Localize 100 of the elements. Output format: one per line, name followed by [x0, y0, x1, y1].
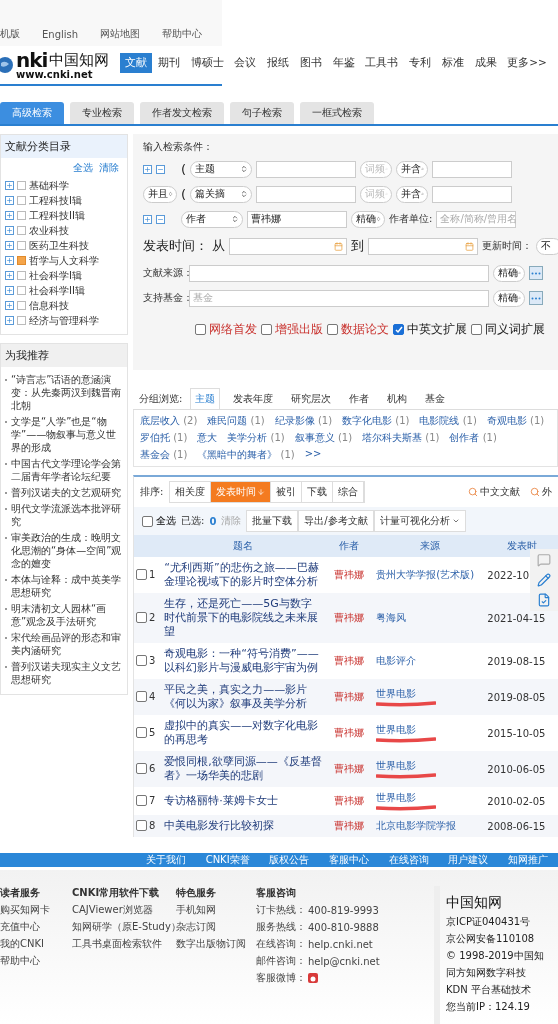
recommended-article[interactable]: 审美政治的生成：晚明文化思潮的“身体—空间”观念的嬗变	[5, 531, 123, 570]
match-dropdown[interactable]: 精确	[351, 210, 385, 228]
checkbox[interactable]	[142, 515, 153, 527]
source-link[interactable]: 粤海风	[376, 611, 484, 625]
author-link[interactable]: 曹祎娜	[334, 655, 364, 666]
recommended-article[interactable]: 明末清初文人园林“画意”观念及手法研究	[5, 602, 123, 628]
more-icon[interactable]	[529, 291, 543, 305]
option-label[interactable]: 数据论文	[341, 321, 389, 338]
footer-link[interactable]: 知网推广	[507, 853, 548, 867]
category-label[interactable]: 医药卫生科技	[29, 238, 89, 253]
checkbox[interactable]	[393, 324, 404, 335]
nav-tab[interactable]: 文献	[120, 53, 152, 73]
nav-tab[interactable]: 期刊	[152, 53, 185, 73]
checkbox[interactable]	[17, 211, 26, 220]
checkbox[interactable]	[17, 301, 26, 310]
action-link[interactable]: 全选	[73, 161, 93, 175]
topic-tag[interactable]: 意大	[197, 431, 218, 445]
checkbox[interactable]	[136, 654, 147, 666]
category-label[interactable]: 农业科技	[29, 223, 69, 238]
article-title[interactable]: 专访格丽特·莱姆卡女士	[164, 794, 322, 808]
category-label[interactable]: 哲学与人文科学	[29, 253, 99, 268]
article-title[interactable]: “尤利西斯”的悲伤之旅——巴赫金理论视域下的影片时空体分析	[164, 561, 322, 589]
checkbox[interactable]	[136, 726, 147, 738]
source-link[interactable]: 贵州大学学报(艺术版)	[376, 568, 484, 582]
top-link[interactable]: 网站地图	[100, 27, 141, 41]
expand-icon[interactable]	[5, 196, 14, 205]
expand-icon[interactable]	[5, 226, 14, 235]
collapse-icon[interactable]	[156, 164, 165, 174]
footer-link[interactable]: CAJViewer浏览器	[72, 903, 176, 917]
author-link[interactable]: 曹祎娜	[334, 763, 364, 774]
search-input[interactable]	[256, 160, 357, 178]
search-tab[interactable]: 专业检索	[70, 102, 134, 124]
recommended-article[interactable]: 普列汉诺夫现实主义文艺思想研究	[5, 660, 123, 686]
dropdown[interactable]: 篇关摘	[190, 185, 253, 203]
expand-icon[interactable]	[5, 271, 14, 280]
category-label[interactable]: 社会科学II辑	[29, 283, 85, 298]
checkbox[interactable]	[136, 568, 147, 580]
source-input[interactable]	[189, 264, 489, 282]
language-filter[interactable]: 外	[530, 485, 552, 499]
contact-value[interactable]: help@cnki.net	[308, 955, 380, 967]
source-link[interactable]: 电影评介	[376, 654, 484, 668]
article-title[interactable]: 中美电影发行比较初探	[164, 819, 322, 833]
footer-link[interactable]: 杂志订阅	[176, 920, 256, 934]
logic-dropdown[interactable]: 并且	[143, 185, 177, 203]
source-link[interactable]: 世界电影	[376, 687, 484, 701]
checkbox[interactable]	[17, 181, 26, 190]
recommended-article[interactable]: 宋代绘画品评的形态和审美内涵研究	[5, 631, 123, 657]
dropdown[interactable]: 作者	[181, 210, 243, 228]
recommended-article[interactable]: 普列汉诺夫的文艺观研究	[5, 486, 123, 499]
footer-link[interactable]: 用户建议	[448, 853, 489, 867]
action-button[interactable]: 批量下载	[246, 510, 299, 532]
date-input[interactable]	[229, 237, 347, 255]
topic-tag[interactable]: 奇观电影 (1)	[486, 414, 545, 428]
checkbox[interactable]	[261, 324, 272, 335]
topic-tag[interactable]: 纪录影像 (1)	[274, 414, 333, 428]
option-label[interactable]: 增强出版	[275, 321, 323, 338]
source-link[interactable]: 世界电影	[376, 723, 484, 737]
footer-link[interactable]: 知网研学（原E-Study）	[72, 920, 176, 934]
recommended-article[interactable]: 中国古代文学理论学会第二届青年学者论坛纪要	[5, 457, 123, 483]
calendar-icon[interactable]	[465, 241, 474, 251]
checkbox[interactable]	[17, 196, 26, 205]
author-link[interactable]: 曹祎娜	[334, 691, 364, 702]
footer-link[interactable]: CNKI荣誉	[205, 853, 250, 867]
document-icon[interactable]	[537, 593, 551, 607]
search-tab[interactable]: 句子检索	[230, 102, 294, 124]
category-label[interactable]: 工程科技I辑	[29, 193, 82, 208]
match-dropdown[interactable]: 精确	[493, 289, 525, 307]
more-link[interactable]: >>	[304, 448, 322, 462]
group-tab[interactable]: 主题	[190, 388, 221, 409]
search-tab[interactable]: 作者发文检索	[140, 102, 224, 124]
calendar-icon[interactable]	[334, 241, 343, 251]
option-label[interactable]: 同义词扩展	[485, 321, 545, 338]
recommended-article[interactable]: “诗言志”话语的意涵演变：从先秦两汉到魏晋南北朝	[5, 373, 123, 412]
nav-tab[interactable]: 图书	[294, 53, 327, 73]
expand-icon[interactable]	[5, 241, 14, 250]
more-icon[interactable]	[529, 266, 543, 280]
author-link[interactable]: 曹祎娜	[334, 820, 364, 831]
footer-link[interactable]: 客服中心	[328, 853, 369, 867]
contact-value[interactable]: help.cnki.net	[308, 938, 373, 950]
category-label[interactable]: 社会科学I辑	[29, 268, 82, 283]
language-filter[interactable]: 中文文献	[468, 485, 520, 499]
checkbox[interactable]	[327, 324, 338, 335]
collapse-icon[interactable]	[156, 214, 165, 224]
author-input[interactable]: 曹祎娜	[247, 210, 347, 228]
search-input[interactable]	[432, 185, 513, 203]
expand-icon[interactable]	[5, 181, 14, 190]
action-link[interactable]: 清除	[99, 161, 119, 175]
nav-tab[interactable]: 年鉴	[327, 53, 360, 73]
chat-icon[interactable]	[537, 553, 551, 567]
expand-icon[interactable]	[143, 214, 152, 224]
recommended-article[interactable]: 明代文学流派选本批评研究	[5, 502, 123, 528]
article-title[interactable]: 爱恨同根,欲孽同源——《反基督者》一场华美的悲剧	[164, 755, 322, 783]
article-title[interactable]: 奇观电影：一种“符号消费”——以科幻影片与漫威电影宇宙为例	[164, 647, 322, 675]
source-link[interactable]: 北京电影学院学报	[376, 819, 484, 833]
nav-tab[interactable]: 标准	[436, 53, 469, 73]
expand-icon[interactable]	[5, 211, 14, 220]
author-link[interactable]: 曹祎娜	[334, 612, 364, 623]
expand-icon[interactable]	[5, 256, 14, 265]
topic-tag[interactable]: 数字化电影 (1)	[342, 414, 410, 428]
match-dropdown[interactable]: 并含	[396, 160, 429, 178]
